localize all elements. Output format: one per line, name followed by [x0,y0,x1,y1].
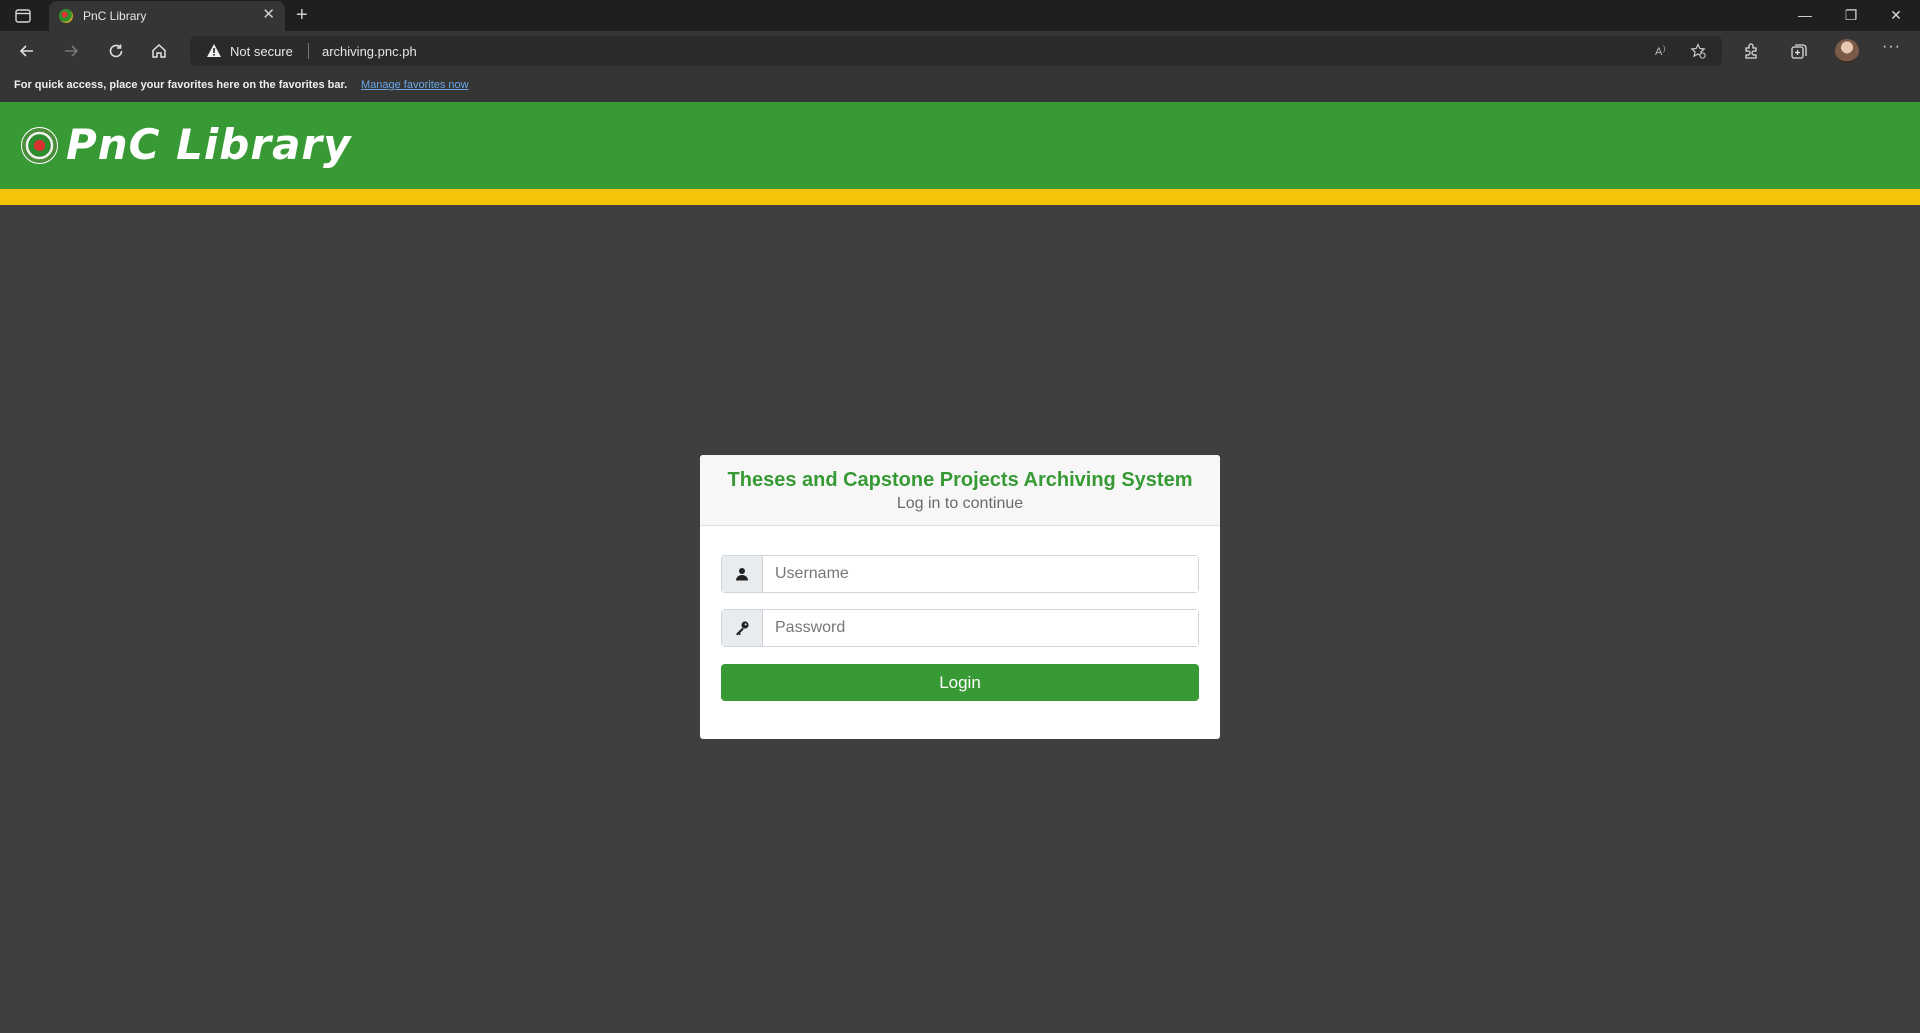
system-title: Theses and Capstone Projects Archiving S… [727,469,1193,491]
home-icon[interactable] [147,39,171,63]
browser-tab[interactable]: PnC Library ✕ [49,1,285,31]
manage-favorites-link[interactable]: Manage favorites now [361,79,469,91]
site-header: PnC Library [0,102,1920,189]
favorites-hint: For quick access, place your favorites h… [14,79,348,91]
login-card: Theses and Capstone Projects Archiving S… [700,455,1220,739]
url-text[interactable]: archiving.pnc.ph [322,44,417,59]
read-aloud-icon[interactable]: A) [1654,43,1670,59]
browser-tab-bar: PnC Library ✕ + — ❐ ✕ [0,0,1920,31]
browser-toolbar: Not secure archiving.pnc.ph A) ··· [0,31,1920,71]
header-accent-stripe [0,189,1920,205]
favorites-bar: For quick access, place your favorites h… [0,71,1920,102]
security-label[interactable]: Not secure [230,44,293,59]
login-subtitle: Log in to continue [896,495,1024,512]
add-favorite-icon[interactable] [1690,43,1706,59]
svg-text:): ) [1663,46,1665,53]
minimize-button[interactable]: — [1795,6,1815,24]
address-divider [308,43,309,59]
tab-close-button[interactable]: ✕ [262,7,275,23]
new-tab-button[interactable]: + [296,3,308,27]
login-card-header: Theses and Capstone Projects Archiving S… [700,455,1220,526]
tab-actions-icon[interactable] [12,6,34,26]
window-close-button[interactable]: ✕ [1886,6,1906,24]
key-icon [722,610,763,646]
forward-icon[interactable] [59,39,83,63]
address-bar[interactable]: Not secure archiving.pnc.ph A) [190,36,1722,66]
username-input[interactable] [763,556,1198,592]
settings-more-icon[interactable]: ··· [1882,38,1901,56]
site-favicon-icon [59,9,73,23]
password-input[interactable] [763,610,1198,646]
library-seal-logo[interactable] [21,127,58,164]
brand-title[interactable]: PnC Library [66,120,352,169]
restore-button[interactable]: ❐ [1841,6,1861,24]
refresh-icon[interactable] [104,39,128,63]
collections-icon[interactable] [1790,42,1808,60]
profile-avatar[interactable] [1835,39,1859,63]
username-group [721,555,1199,593]
password-group [721,609,1199,647]
warning-icon [206,43,222,63]
extensions-icon[interactable] [1742,42,1760,60]
login-button[interactable]: Login [721,664,1199,701]
back-icon[interactable] [15,39,39,63]
tab-title: PnC Library [83,9,147,23]
svg-text:A: A [1655,46,1663,58]
user-icon [722,556,763,592]
